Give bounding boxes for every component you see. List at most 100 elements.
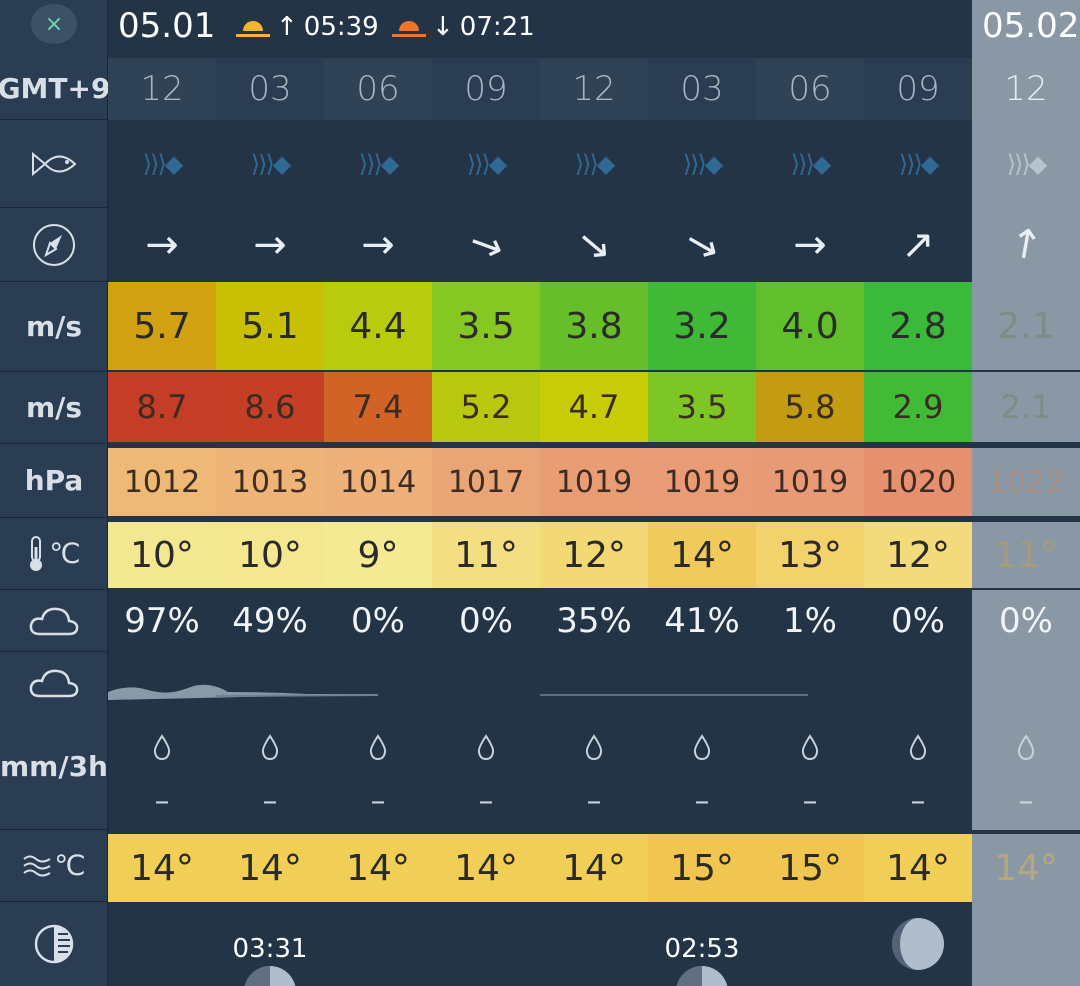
- water-temperature-cell: 14°: [216, 834, 324, 902]
- timezone-label: GMT+9: [0, 58, 110, 120]
- cloud-cover-value: 0%: [459, 601, 513, 641]
- moon-cell: [540, 902, 648, 986]
- rain-cell: –: [756, 722, 864, 830]
- temperature-cell: 10°: [108, 522, 216, 588]
- moon-cell: 02:53: [648, 902, 756, 986]
- temperature-value: 9°: [357, 534, 399, 576]
- rain-value: –: [370, 783, 386, 819]
- wind-speed-value: 4.4: [349, 305, 407, 347]
- temperature-value: 13°: [778, 534, 842, 576]
- water-temperature-cell: 14°: [108, 834, 216, 902]
- water-temperature-value: 14°: [886, 847, 950, 889]
- pressure-cell: 1022: [972, 448, 1080, 516]
- rain-cell: –: [540, 722, 648, 830]
- fish-activity-icon: ⟩⟩⟩◆: [1006, 150, 1048, 178]
- pressure-cell: 1017: [432, 448, 540, 516]
- cloud-cover-cell: 1%: [756, 590, 864, 652]
- hour-cell: 03: [648, 58, 756, 120]
- wind-direction-row: → → → ↘ ↘ ↘ → ↗ ↑: [108, 208, 1080, 282]
- moonrise-time: 03:31: [232, 934, 308, 964]
- gust-speed-cell: 5.8: [756, 372, 864, 442]
- gust-speed-value: 7.4: [352, 388, 404, 426]
- hour-label: 06: [788, 69, 832, 109]
- pressure-cell: 1019: [540, 448, 648, 516]
- hour-label: 12: [1004, 69, 1048, 109]
- cloud-cover-cell: 0%: [432, 590, 540, 652]
- cloud-cover-value: 1%: [783, 601, 837, 641]
- hour-cell: 12: [972, 58, 1080, 120]
- gust-speed-cell: 7.4: [324, 372, 432, 442]
- cloud-rain-icon: [29, 669, 79, 698]
- moon-cell: [324, 902, 432, 986]
- temperature-cell: 10°: [216, 522, 324, 588]
- wind-speed-value: 5.7: [133, 305, 191, 347]
- water-temperature-cell: 15°: [648, 834, 756, 902]
- wind-speed-value: 3.8: [565, 305, 623, 347]
- wind-arrow-icon: ↘: [461, 217, 511, 273]
- wind-speed-value: 3.2: [673, 305, 731, 347]
- cloud-band: [108, 684, 808, 700]
- cloud-cover-label: [0, 590, 108, 652]
- cloud-cover-cell: 0%: [972, 590, 1080, 652]
- water-temperature-cell: 14°: [864, 834, 972, 902]
- water-temperature-row: 14° 14° 14° 14° 14° 15° 15° 14° 14°: [108, 834, 1080, 902]
- moon-icon: [242, 964, 298, 986]
- rain-row: – – – – – – – – –: [108, 722, 1080, 830]
- pressure-value: 1014: [339, 464, 417, 500]
- gust-speed-cell: 2.9: [864, 372, 972, 442]
- cloud-band-line: [215, 694, 379, 697]
- gust-speed-value: 3.5: [676, 388, 728, 426]
- gust-speed-cell: 2.1: [972, 372, 1080, 442]
- temperature-value: 14°: [670, 534, 734, 576]
- gust-speed-cell: 5.2: [432, 372, 540, 442]
- water-temperature-value: 14°: [454, 847, 518, 889]
- rain-label: mm/3h: [0, 652, 108, 830]
- rain-value: –: [802, 783, 818, 819]
- water-temperature-value: 14°: [130, 847, 194, 889]
- raindrop-icon: [476, 733, 496, 761]
- hour-label: 03: [248, 69, 292, 109]
- rain-value: –: [154, 783, 170, 819]
- cloud-cover-cell: 35%: [540, 590, 648, 652]
- raindrop-icon: [584, 733, 604, 761]
- temperature-cell: 9°: [324, 522, 432, 588]
- temperature-value: 10°: [130, 534, 194, 576]
- rain-cell: –: [432, 722, 540, 830]
- hour-cell: 06: [756, 58, 864, 120]
- temperature-value: 11°: [454, 534, 518, 576]
- raindrop-icon: [260, 733, 280, 761]
- gust-speed-value: 2.1: [1000, 388, 1052, 426]
- wind-arrow-icon: →: [145, 222, 179, 268]
- hour-label: 06: [356, 69, 400, 109]
- temperature-value: 10°: [238, 534, 302, 576]
- fish-cell: ⟩⟩⟩◆: [864, 120, 972, 208]
- cloud-cover-value: 0%: [891, 601, 945, 641]
- water-temperature-cell: 14°: [540, 834, 648, 902]
- hours-row: 12 03 06 09 12 03 06 09 12: [108, 58, 1080, 120]
- hour-cell: 03: [216, 58, 324, 120]
- wind-arrow-icon: ↘: [679, 218, 725, 272]
- pressure-unit: hPa: [0, 444, 108, 518]
- fish-activity-icon: ⟩⟩⟩◆: [790, 150, 832, 178]
- wind-speed-cell: 2.1: [972, 282, 1080, 370]
- pressure-cell: 1012: [108, 448, 216, 516]
- rain-cell: –: [648, 722, 756, 830]
- close-button[interactable]: ×: [31, 4, 77, 44]
- raindrop-icon: [152, 733, 172, 761]
- water-temperature-cell: 14°: [324, 834, 432, 902]
- gust-speed-cell: 8.7: [108, 372, 216, 442]
- hour-cell: 06: [324, 58, 432, 120]
- moon-phase-label: [0, 902, 108, 986]
- wind-speed-row: 5.7 5.1 4.4 3.5 3.8 3.2 4.0 2.8 2.1: [108, 282, 1080, 370]
- wind-direction-cell: →: [756, 208, 864, 282]
- thermometer-icon: [30, 535, 43, 571]
- rain-cell: –: [216, 722, 324, 830]
- cloud-cover-cell: 0%: [324, 590, 432, 652]
- cloud-cover-row: 97% 49% 0% 0% 35% 41% 1% 0% 0%: [108, 590, 1080, 652]
- moon-row: 03:31 02:53: [108, 902, 1080, 986]
- rain-cell: –: [108, 722, 216, 830]
- water-temperature-label: ℃: [0, 830, 108, 902]
- wind-direction-cell: ↑: [972, 208, 1080, 282]
- wind-arrow-icon: →: [793, 222, 827, 268]
- wind-speed-cell: 4.0: [756, 282, 864, 370]
